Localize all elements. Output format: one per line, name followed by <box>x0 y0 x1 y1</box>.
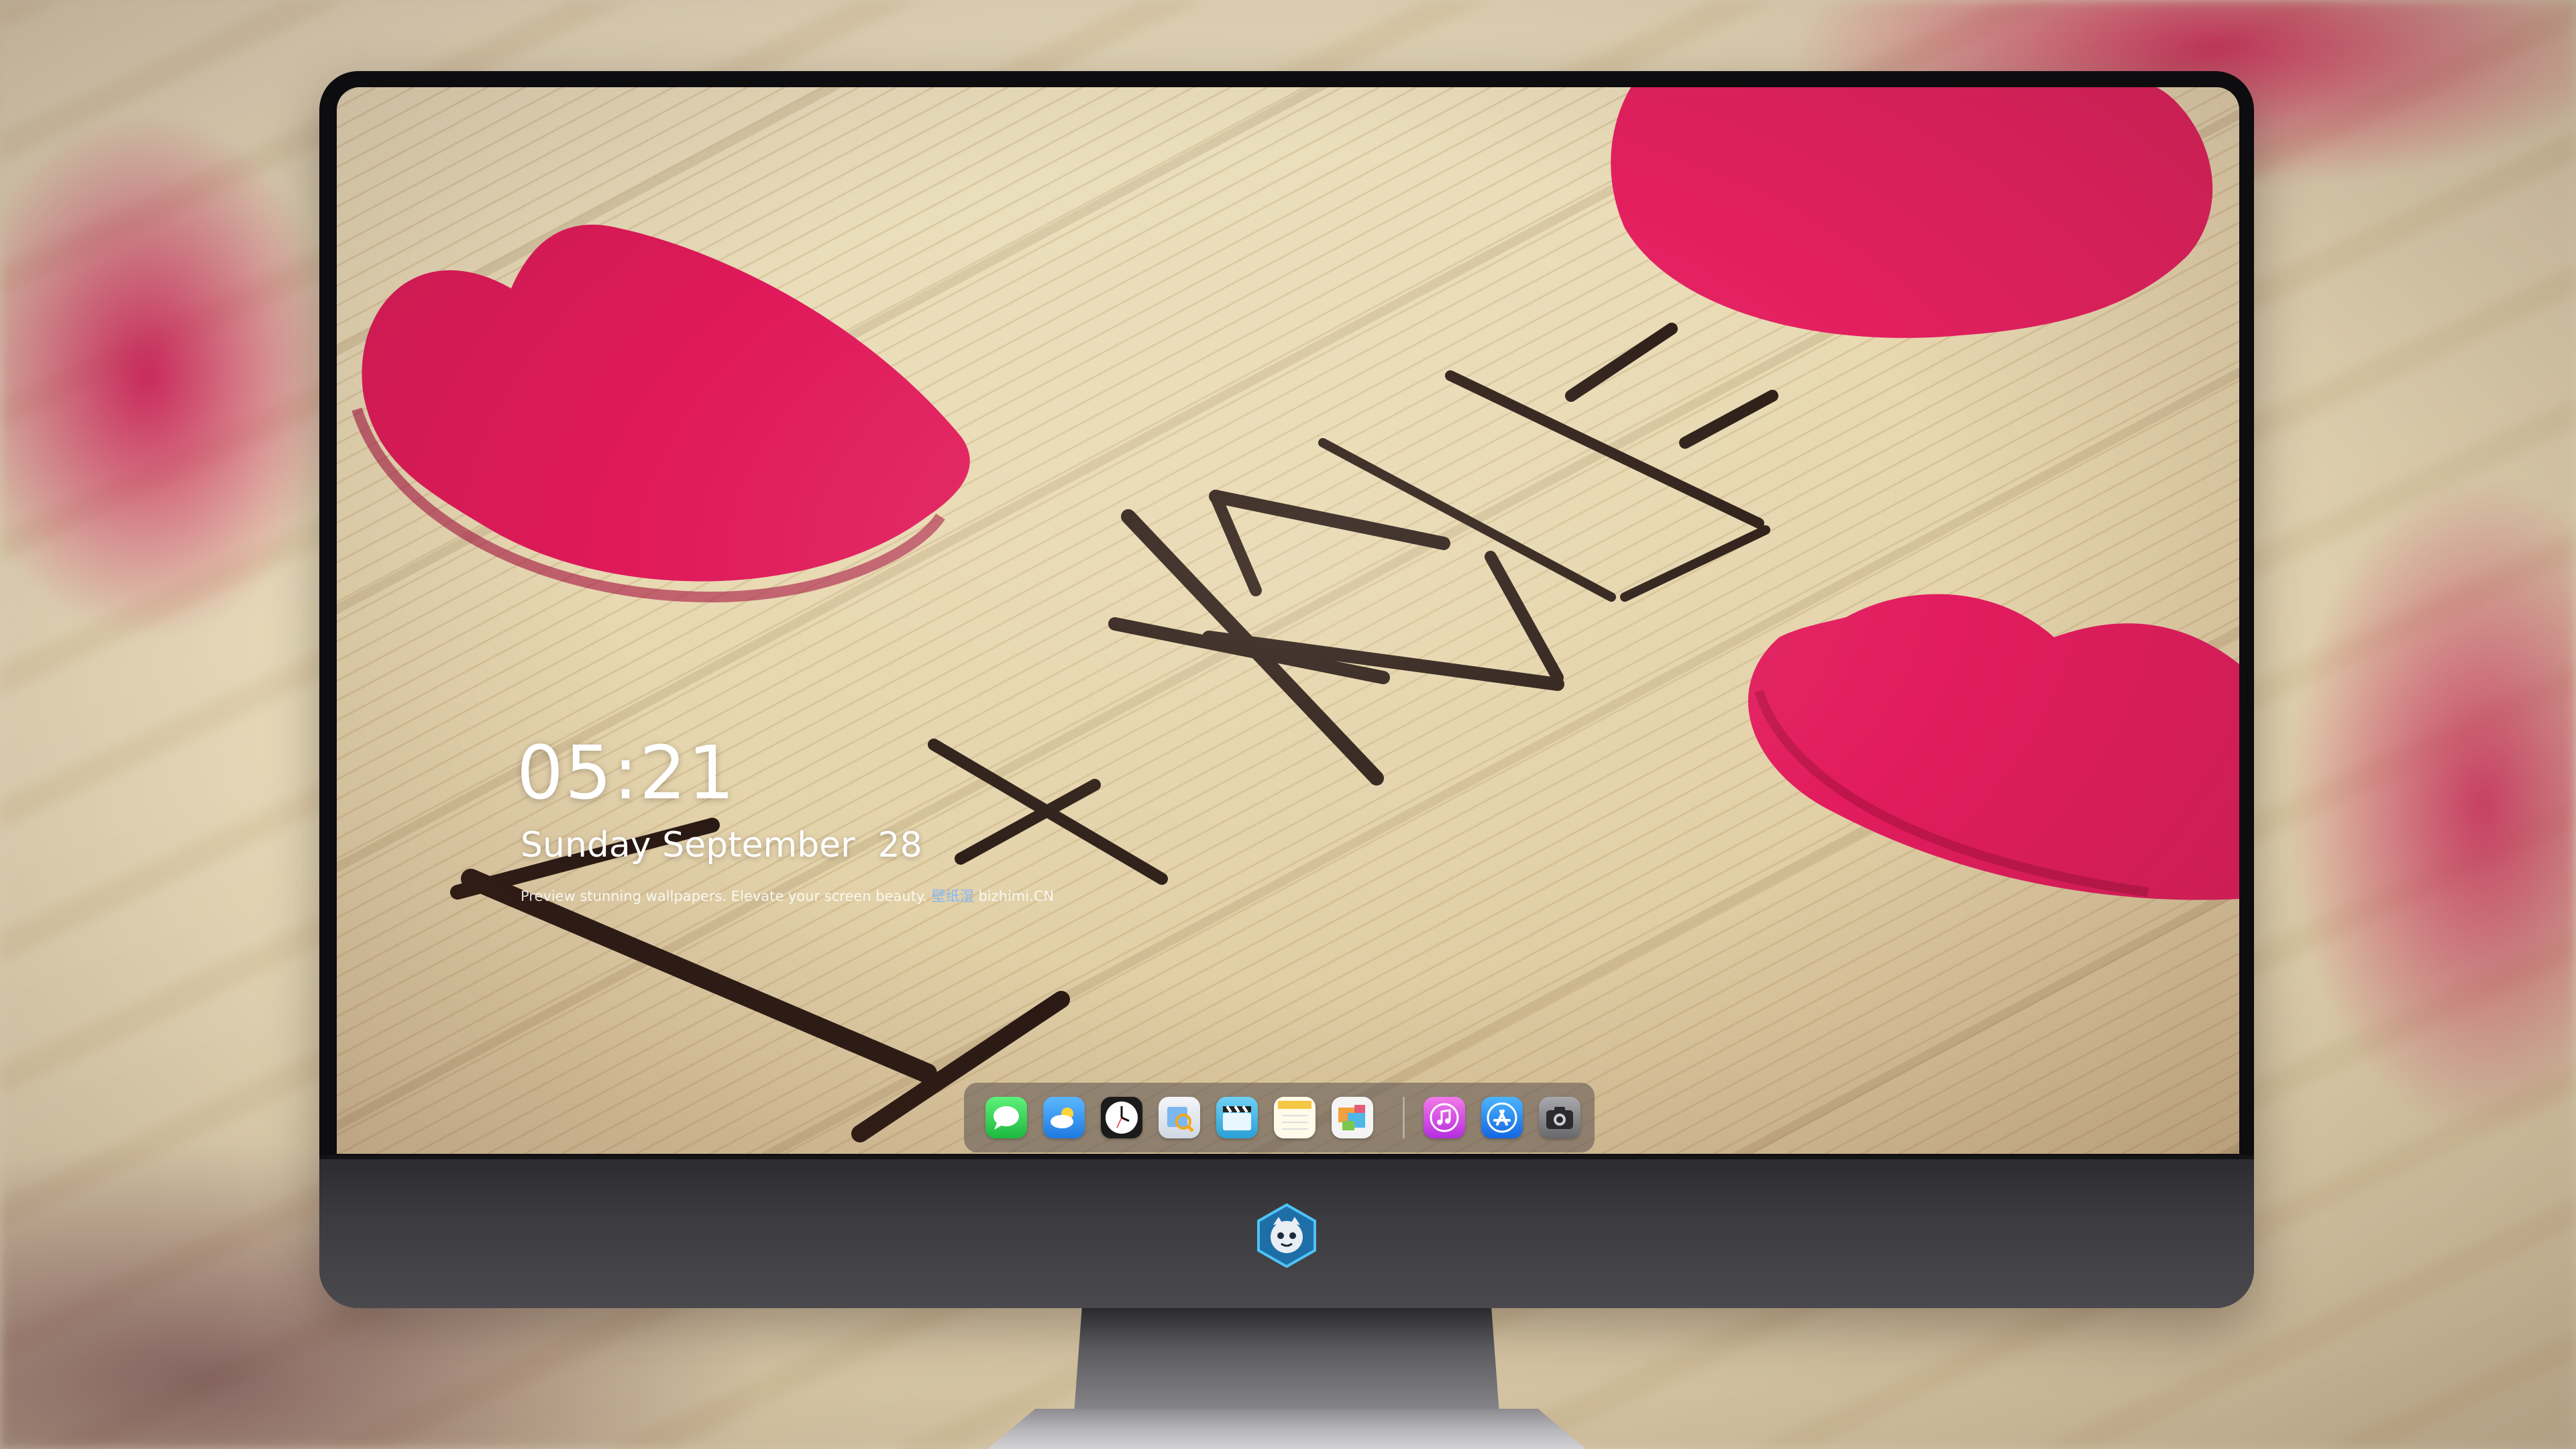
dock <box>964 1083 1595 1152</box>
day: 28 <box>877 825 922 865</box>
screen: 05:21 Sunday September 28 Preview stunnin… <box>337 87 2239 1154</box>
messages-icon[interactable] <box>985 1097 1027 1138</box>
app-store-icon[interactable] <box>1481 1097 1523 1138</box>
month: September <box>662 825 855 865</box>
clock-icon[interactable] <box>1101 1097 1142 1138</box>
heart-shape <box>1611 87 2213 338</box>
monitor-stand-base <box>987 1409 1586 1449</box>
wallpaper-image <box>352 87 2239 1142</box>
preview-icon[interactable] <box>1159 1097 1200 1138</box>
camera-icon[interactable] <box>1539 1097 1580 1138</box>
music-icon[interactable] <box>1424 1097 1465 1138</box>
monitor-stand-neck <box>1073 1308 1500 1422</box>
heart-shape <box>1748 594 2239 900</box>
weather-icon[interactable] <box>1043 1097 1085 1138</box>
lockscreen-tagline: Preview stunning wallpapers. Elevate you… <box>521 885 1054 906</box>
dock-separator <box>1403 1097 1405 1138</box>
brand-logo-icon <box>1257 1203 1316 1269</box>
lockscreen-clock: 05:21 <box>517 730 737 816</box>
clapper-icon[interactable] <box>1216 1097 1258 1138</box>
brand-cn: 壁纸湿 <box>931 888 974 904</box>
lockscreen-date: Sunday September 28 <box>521 825 922 865</box>
photos-icon[interactable] <box>1332 1097 1373 1138</box>
weekday: Sunday <box>521 825 651 865</box>
tagline-text: Preview stunning wallpapers. Elevate you… <box>521 888 928 904</box>
brand-en: bizhimi.CN <box>978 888 1055 904</box>
notes-icon[interactable] <box>1274 1097 1316 1138</box>
